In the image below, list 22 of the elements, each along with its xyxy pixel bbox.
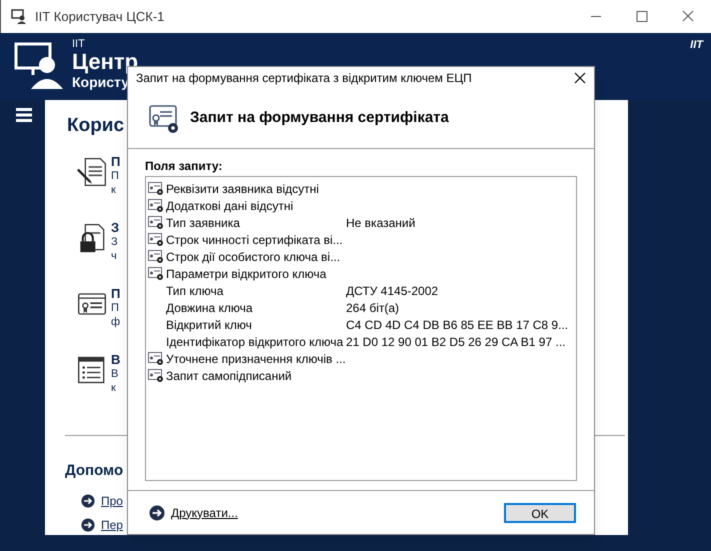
item-description: ф	[111, 314, 120, 328]
dialog-heading: Запит на формування сертифіката	[190, 108, 449, 128]
brand-logo: IIT	[690, 38, 703, 53]
item-description: к	[111, 182, 117, 196]
dialog-title: Запит на формування сертифіката з відкритим ключем ЕЦП	[136, 71, 472, 87]
item-description: ч	[111, 248, 118, 262]
header-caption: IIT	[72, 39, 86, 50]
window-title: ІІТ Користувач ЦСК-1	[35, 8, 164, 26]
fields-label: Поля запиту:	[145, 158, 224, 175]
item-description: П	[111, 300, 120, 314]
help-heading: Допомо	[65, 460, 124, 480]
field-value: ДСТУ 4145-2002	[346, 282, 438, 300]
item-description: П	[111, 168, 120, 182]
item-description: к	[111, 380, 117, 394]
field-value: 21 D0 12 90 01 B2 D5 26 29 CA B1 97 ...	[346, 334, 566, 350]
field-value: 264 біт(а)	[346, 300, 400, 316]
header-subtitle: Користу	[72, 75, 130, 89]
field-value: Не вказаний	[346, 214, 416, 232]
item-description: З	[111, 234, 119, 248]
item-description: В	[111, 366, 120, 380]
field-value: C4 CD 4D C4 DB B6 85 EE BB 17 C8 9...	[346, 316, 568, 334]
page-heading: Корис	[67, 114, 124, 138]
